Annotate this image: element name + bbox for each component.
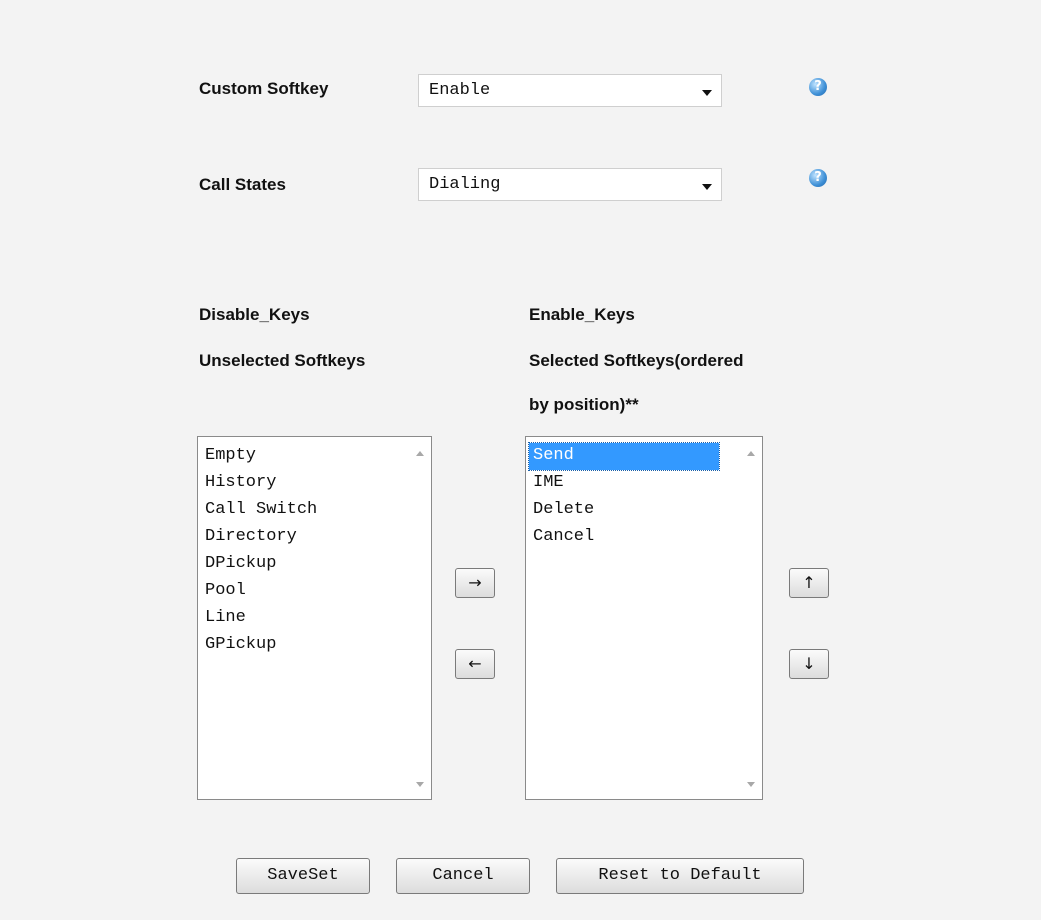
list-item[interactable]: DPickup <box>201 551 321 578</box>
list-item[interactable]: GPickup <box>201 632 321 659</box>
scroll-down-icon[interactable] <box>747 782 755 787</box>
list-item[interactable]: Call Switch <box>201 497 321 524</box>
selected-softkeys-list[interactable]: Send IME Delete Cancel <box>525 436 763 800</box>
list-scrollbar[interactable] <box>411 437 431 799</box>
list-item[interactable]: History <box>201 470 321 497</box>
move-up-button[interactable]: ↑ <box>789 568 829 598</box>
save-button[interactable]: SaveSet <box>236 858 370 894</box>
list-item[interactable]: Empty <box>201 443 321 470</box>
scroll-up-icon[interactable] <box>416 451 424 456</box>
selected-softkeys-heading: Selected Softkeys(ordered <box>529 351 744 370</box>
scroll-down-icon[interactable] <box>416 782 424 787</box>
list-item-selected[interactable]: Send <box>528 442 720 471</box>
chevron-down-icon <box>702 184 712 190</box>
list-item[interactable]: IME <box>529 470 719 497</box>
custom-softkey-value: Enable <box>429 81 491 100</box>
list-item[interactable]: Pool <box>201 578 321 605</box>
help-icon[interactable]: ? <box>809 78 827 96</box>
scroll-up-icon[interactable] <box>747 451 755 456</box>
enable-keys-heading: Enable_Keys <box>529 305 635 324</box>
list-scrollbar[interactable] <box>742 437 762 799</box>
custom-softkey-select[interactable]: Enable <box>418 74 722 107</box>
unselected-softkeys-heading: Unselected Softkeys <box>199 351 366 370</box>
call-states-label: Call States <box>199 175 286 194</box>
unselected-softkeys-list[interactable]: Empty History Call Switch Directory DPic… <box>197 436 432 800</box>
remove-softkey-button[interactable]: ← <box>455 649 495 679</box>
list-item[interactable]: Directory <box>201 524 321 551</box>
list-item[interactable]: Delete <box>529 497 719 524</box>
chevron-down-icon <box>702 90 712 96</box>
disable-keys-heading: Disable_Keys <box>199 305 310 324</box>
help-icon[interactable]: ? <box>809 169 827 187</box>
move-down-button[interactable]: ↓ <box>789 649 829 679</box>
call-states-select[interactable]: Dialing <box>418 168 722 201</box>
cancel-button[interactable]: Cancel <box>396 858 530 894</box>
selected-softkeys-heading-cont: by position)** <box>529 395 639 414</box>
list-item[interactable]: Cancel <box>529 524 719 551</box>
custom-softkey-label: Custom Softkey <box>199 79 329 98</box>
list-item[interactable]: Line <box>201 605 321 632</box>
call-states-value: Dialing <box>429 175 501 194</box>
add-softkey-button[interactable]: → <box>455 568 495 598</box>
reset-to-default-button[interactable]: Reset to Default <box>556 858 804 894</box>
